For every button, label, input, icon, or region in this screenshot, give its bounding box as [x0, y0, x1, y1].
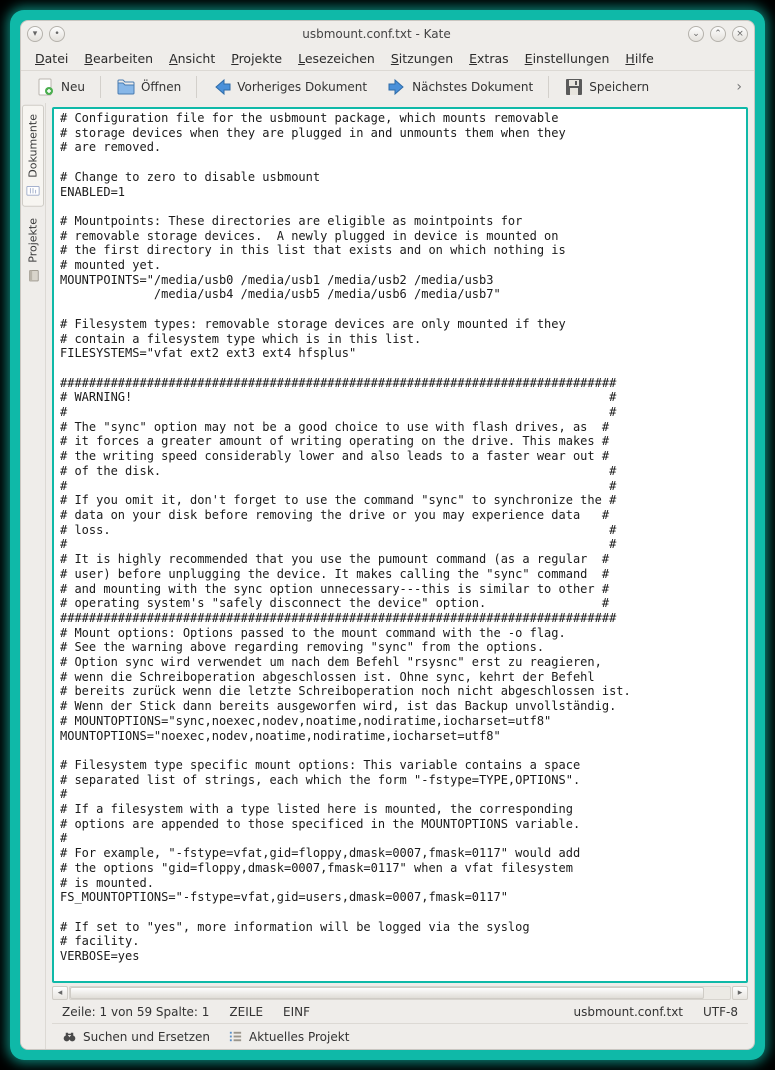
next-label: Nächstes Dokument	[412, 80, 533, 94]
folder-open-icon	[116, 77, 136, 97]
separator	[548, 76, 549, 98]
search-replace-button[interactable]: Suchen und Ersetzen	[62, 1029, 210, 1044]
list-icon	[228, 1029, 243, 1044]
search-replace-label: Suchen und Ersetzen	[83, 1030, 210, 1044]
encoding[interactable]: UTF-8	[703, 1005, 738, 1019]
close-icon[interactable]: ×	[732, 26, 748, 42]
separator	[100, 76, 101, 98]
sidetab-documents[interactable]: Dokumente	[22, 105, 44, 207]
editor-frame: # Configuration file for the usbmount pa…	[52, 107, 748, 983]
prev-doc-button[interactable]: Vorheriges Dokument	[203, 73, 376, 101]
scroll-track[interactable]	[69, 986, 731, 1000]
minimize-icon[interactable]: ⌄	[688, 26, 704, 42]
new-button[interactable]: Neu	[27, 73, 94, 101]
scroll-thumb[interactable]	[70, 987, 704, 999]
new-file-icon	[36, 77, 56, 97]
bottom-bar: Suchen und Ersetzen Aktuelles Projekt	[52, 1023, 748, 1049]
insert-mode[interactable]: EINF	[283, 1005, 310, 1019]
sidetab-projects[interactable]: Projekte	[22, 209, 44, 292]
text-editor[interactable]: # Configuration file for the usbmount pa…	[54, 109, 746, 981]
file-name: usbmount.conf.txt	[574, 1005, 683, 1019]
cursor-position: Zeile: 1 von 59 Spalte: 1	[62, 1005, 209, 1019]
save-label: Speichern	[589, 80, 649, 94]
menu-projects[interactable]: Projekte	[225, 49, 288, 68]
title-bar: ▾ • usbmount.conf.txt - Kate ⌄ ⌃ ×	[21, 21, 754, 47]
menu-extras[interactable]: Extras	[463, 49, 515, 68]
project-icon	[26, 268, 40, 282]
open-button[interactable]: Öffnen	[107, 73, 190, 101]
side-tab-bar: Dokumente Projekte	[21, 103, 46, 1049]
new-label: Neu	[61, 80, 85, 94]
status-bar: Zeile: 1 von 59 Spalte: 1 ZEILE EINF usb…	[52, 1001, 748, 1023]
menu-file[interactable]: Datei	[29, 49, 74, 68]
binoculars-icon	[62, 1029, 77, 1044]
toolbar: Neu Öffnen Vorheriges Dokument Nä	[21, 71, 754, 103]
separator	[196, 76, 197, 98]
horizontal-scrollbar[interactable]: ◂ ▸	[52, 985, 748, 1001]
sidetab-projects-label: Projekte	[27, 218, 40, 263]
arrow-right-icon	[387, 77, 407, 97]
open-label: Öffnen	[141, 80, 181, 94]
document-icon	[26, 184, 40, 198]
menu-sessions[interactable]: Sitzungen	[385, 49, 459, 68]
toolbar-overflow-icon[interactable]: ›	[730, 79, 748, 95]
current-project-button[interactable]: Aktuelles Projekt	[228, 1029, 349, 1044]
save-icon	[564, 77, 584, 97]
menu-bookmarks[interactable]: Lesezeichen	[292, 49, 381, 68]
prev-label: Vorheriges Dokument	[237, 80, 367, 94]
menu-settings[interactable]: Einstellungen	[519, 49, 616, 68]
scroll-left-icon[interactable]: ◂	[52, 986, 68, 1000]
window-title: usbmount.conf.txt - Kate	[71, 27, 682, 41]
sidetab-documents-label: Dokumente	[27, 114, 40, 178]
wrap-mode[interactable]: ZEILE	[229, 1005, 263, 1019]
menu-bar: Datei Bearbeiten Ansicht Projekte Leseze…	[21, 47, 754, 71]
arrow-left-icon	[212, 77, 232, 97]
current-project-label: Aktuelles Projekt	[249, 1030, 349, 1044]
app-window: ▾ • usbmount.conf.txt - Kate ⌄ ⌃ × Datei…	[20, 20, 755, 1050]
maximize-icon[interactable]: ⌃	[710, 26, 726, 42]
menu-help[interactable]: Hilfe	[619, 49, 659, 68]
pin-icon[interactable]: •	[49, 26, 65, 42]
scroll-right-icon[interactable]: ▸	[732, 986, 748, 1000]
next-doc-button[interactable]: Nächstes Dokument	[378, 73, 542, 101]
menu-view[interactable]: Ansicht	[163, 49, 221, 68]
save-button[interactable]: Speichern	[555, 73, 658, 101]
menu-edit[interactable]: Bearbeiten	[78, 49, 159, 68]
window-menu-icon[interactable]: ▾	[27, 26, 43, 42]
